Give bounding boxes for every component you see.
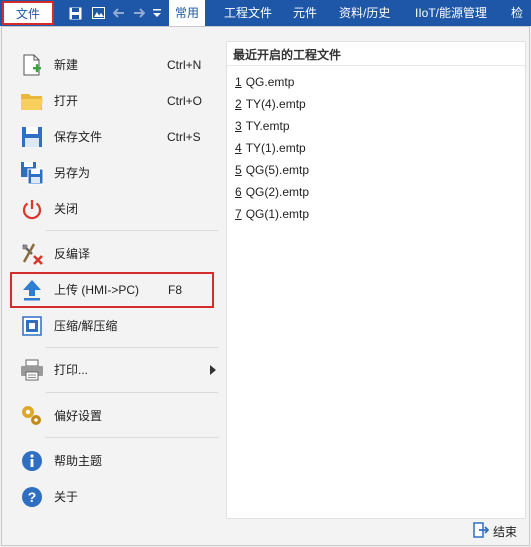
- menu-decompile[interactable]: 反编译: [10, 237, 218, 271]
- tab-iiot-energy[interactable]: IIoT/能源管理: [409, 0, 493, 26]
- tab-data-history[interactable]: 资料/历史: [333, 0, 396, 26]
- menu-decompile-label: 反编译: [54, 247, 91, 261]
- save-as-icon: [18, 159, 46, 187]
- recent-file-number: 2: [235, 97, 242, 111]
- menu-preferences[interactable]: 偏好设置: [10, 399, 218, 433]
- menu-upload-label: 上传 (HMI->PC): [54, 283, 139, 297]
- recent-file-name: TY.emtp: [245, 119, 290, 133]
- menu-open[interactable]: 打开 Ctrl+O: [10, 84, 218, 118]
- menu-open-shortcut: Ctrl+O: [167, 94, 203, 108]
- save-file-icon: [18, 123, 46, 151]
- undo-icon[interactable]: [112, 6, 126, 20]
- svg-text:?: ?: [28, 489, 37, 505]
- recent-file-number: 1: [235, 75, 242, 89]
- exit-button[interactable]: 结束: [473, 521, 517, 541]
- menu-upload[interactable]: 上传 (HMI->PC) F8: [10, 272, 214, 308]
- menu-print-label: 打印...: [54, 363, 89, 377]
- recent-file-item[interactable]: 3 TY.emtp: [235, 115, 290, 137]
- recent-file-item[interactable]: 7 QG(1).emtp: [235, 203, 309, 225]
- tab-inspect[interactable]: 检: [505, 0, 529, 26]
- save-icon[interactable]: [68, 6, 82, 20]
- menu-new[interactable]: 新建 Ctrl+N: [10, 48, 218, 82]
- menu-about-label: 关于: [54, 490, 79, 504]
- menu-new-label: 新建: [54, 58, 79, 72]
- recent-file-name: TY(1).emtp: [245, 141, 306, 155]
- exit-label: 结束: [492, 524, 517, 539]
- folder-icon: [18, 87, 46, 115]
- upload-arrow-icon: [18, 276, 46, 304]
- quick-access-dropdown-icon[interactable]: [150, 6, 164, 20]
- new-file-icon: [18, 51, 46, 79]
- menu-separator: [46, 347, 218, 348]
- menu-about[interactable]: ? 关于: [10, 480, 218, 514]
- menu-close-label: 关闭: [54, 202, 79, 216]
- compress-icon: [18, 312, 46, 340]
- recent-file-number: 3: [235, 119, 242, 133]
- info-icon: [18, 447, 46, 475]
- recent-file-name: QG.emtp: [245, 75, 295, 89]
- menu-separator: [46, 230, 218, 231]
- decompile-tools-icon: [18, 240, 46, 268]
- menu-save[interactable]: 保存文件 Ctrl+S: [10, 120, 218, 154]
- printer-icon: [18, 356, 46, 384]
- image-icon[interactable]: [91, 6, 105, 20]
- menu-save-shortcut: Ctrl+S: [167, 130, 201, 144]
- recent-file-number: 7: [235, 207, 242, 221]
- menu-print[interactable]: 打印...: [10, 353, 218, 387]
- menu-separator: [46, 392, 218, 393]
- menu-close[interactable]: 关闭: [10, 192, 218, 226]
- menu-save-as[interactable]: 另存为: [10, 156, 218, 190]
- tab-component[interactable]: 元件: [287, 0, 323, 26]
- file-menu: 新建 Ctrl+N 打开 Ctrl+O 保存文件 Ctrl+S 另存为 关闭 反…: [2, 27, 224, 547]
- tab-common[interactable]: 常用: [169, 0, 206, 26]
- menu-save-as-label: 另存为: [54, 166, 91, 180]
- backstage-panel: 新建 Ctrl+N 打开 Ctrl+O 保存文件 Ctrl+S 另存为 关闭 反…: [1, 26, 530, 546]
- recent-files-divider: [227, 65, 525, 66]
- menu-separator: [46, 437, 218, 438]
- question-icon: ?: [18, 483, 46, 511]
- recent-file-item[interactable]: 1 QG.emtp: [235, 71, 294, 93]
- exit-icon: [473, 521, 490, 541]
- gear-icon: [18, 402, 46, 430]
- recent-file-item[interactable]: 6 QG(2).emtp: [235, 181, 309, 203]
- menu-open-label: 打开: [54, 94, 79, 108]
- menu-new-shortcut: Ctrl+N: [167, 58, 202, 72]
- tab-file[interactable]: 文件: [2, 1, 54, 25]
- menu-upload-shortcut: F8: [168, 283, 183, 297]
- recent-file-name: TY(4).emtp: [245, 97, 306, 111]
- menu-compress[interactable]: 压缩/解压缩: [10, 309, 218, 343]
- tab-project-file[interactable]: 工程文件: [218, 0, 278, 26]
- menu-save-label: 保存文件: [54, 130, 103, 144]
- power-icon: [18, 195, 46, 223]
- recent-file-item[interactable]: 4 TY(1).emtp: [235, 137, 306, 159]
- menu-help-label: 帮助主题: [54, 454, 103, 468]
- recent-file-number: 5: [235, 163, 242, 177]
- redo-icon[interactable]: [132, 6, 146, 20]
- ribbon-bar: 文件 常用 工程文件 元件 资料/历史 IIoT/能源管理 检: [0, 0, 531, 26]
- menu-help[interactable]: 帮助主题: [10, 444, 218, 478]
- recent-files-title: 最近开启的工程文件: [233, 48, 342, 62]
- recent-file-item[interactable]: 2 TY(4).emtp: [235, 93, 306, 115]
- recent-file-item[interactable]: 5 QG(5).emtp: [235, 159, 309, 181]
- menu-compress-label: 压缩/解压缩: [54, 319, 118, 333]
- recent-file-number: 6: [235, 185, 242, 199]
- submenu-arrow-icon: [210, 365, 216, 375]
- recent-file-number: 4: [235, 141, 242, 155]
- menu-preferences-label: 偏好设置: [54, 409, 103, 423]
- recent-files-panel: 最近开启的工程文件 1 QG.emtp 2 TY(4).emtp 3 TY.emtp …: [226, 41, 526, 519]
- recent-file-name: QG(2).emtp: [245, 185, 310, 199]
- recent-file-name: QG(1).emtp: [245, 207, 310, 221]
- recent-file-name: QG(5).emtp: [245, 163, 310, 177]
